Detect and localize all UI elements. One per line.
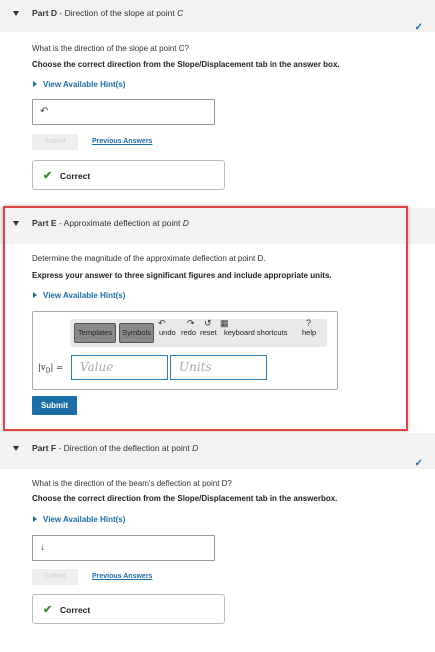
part-f-instruction: Choose the correct direction from the Sl… bbox=[32, 494, 338, 503]
part-d-header[interactable]: Part D - Direction of the slope at point… bbox=[0, 0, 435, 33]
part-d-correct-feedback: ✔ Correct bbox=[32, 160, 225, 190]
part-f-question: What is the direction of the beam's defl… bbox=[32, 479, 232, 488]
part-d-question: What is the direction of the slope at po… bbox=[32, 44, 189, 53]
part-f-answer-field[interactable]: ↓ bbox=[32, 535, 215, 561]
part-d-title: Part D - Direction of the slope at point… bbox=[32, 8, 184, 18]
correct-check-icon: ✔ bbox=[43, 170, 53, 182]
expand-triangle-icon bbox=[33, 81, 37, 87]
part-d-hint-link[interactable]: View Available Hint(s) bbox=[33, 80, 125, 89]
expand-triangle-icon bbox=[33, 516, 37, 522]
collapse-caret-icon[interactable] bbox=[13, 446, 19, 451]
part-d-submit-button[interactable]: Submit bbox=[32, 134, 78, 150]
completed-check-icon: ✓ bbox=[414, 458, 423, 469]
part-f-correct-feedback: ✔ Correct bbox=[32, 594, 225, 624]
part-f-hint-link[interactable]: View Available Hint(s) bbox=[33, 515, 125, 524]
part-f-title: Part F - Direction of the deflection at … bbox=[32, 443, 199, 453]
highlight-frame bbox=[3, 206, 408, 431]
part-d-instruction: Choose the correct direction from the Sl… bbox=[32, 60, 340, 69]
part-d-previous-answers-link[interactable]: Previous Answers bbox=[92, 138, 152, 145]
down-arrow-icon: ↓ bbox=[40, 542, 45, 553]
slope-direction-icon: ↶ bbox=[40, 106, 49, 117]
correct-check-icon: ✔ bbox=[43, 604, 53, 616]
part-f-header[interactable]: Part F - Direction of the deflection at … bbox=[0, 433, 435, 469]
part-f-previous-answers-link[interactable]: Previous Answers bbox=[92, 573, 152, 580]
part-d-answer-field[interactable]: ↶ bbox=[32, 99, 215, 125]
completed-check-icon: ✓ bbox=[414, 22, 423, 33]
collapse-caret-icon[interactable] bbox=[13, 11, 19, 16]
part-f-submit-button[interactable]: Submit bbox=[32, 569, 78, 585]
